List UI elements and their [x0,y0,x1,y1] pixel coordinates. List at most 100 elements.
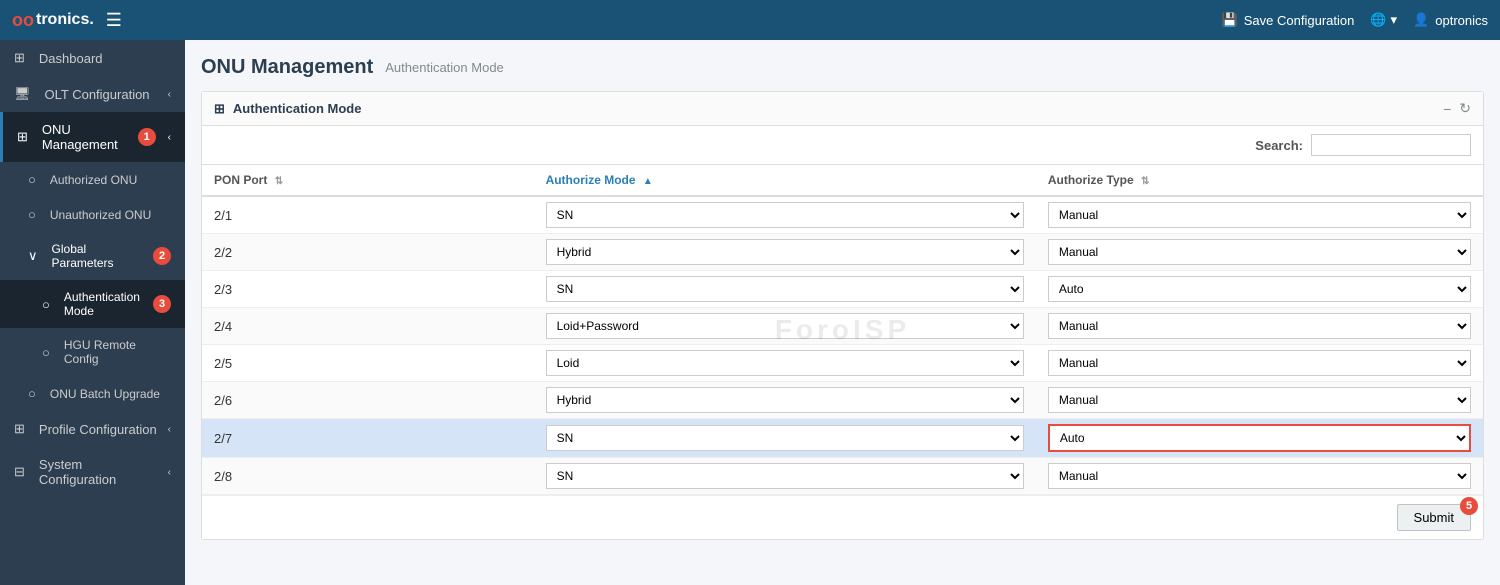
authorized-onu-icon: ○ [28,172,36,187]
sidebar-item-authorized-onu[interactable]: ○ Authorized ONU [0,162,185,197]
user-menu[interactable]: 👤 optronics [1413,12,1488,28]
authorize-type-select[interactable]: ManualAuto [1048,276,1471,302]
authorize-mode-select[interactable]: SNHybridLoidLoid+PasswordSN+Loid [546,350,1024,376]
card-title-label: Authentication Mode [233,101,362,116]
navbar-right: 💾 Save Configuration 🌐 ▾ 👤 optronics [1222,12,1488,28]
cell-authorize-mode: SNHybridLoidLoid+PasswordSN+Loid [534,382,1036,419]
col-authorize-type[interactable]: Authorize Type ⇅ [1036,165,1483,196]
auth-mode-badge: 3 [153,295,171,313]
content-area: ONU Management Authentication Mode ⊞ Aut… [185,40,1500,585]
authorize-type-select[interactable]: ManualAuto [1048,239,1471,265]
authorize-type-select[interactable]: ManualAuto [1048,350,1471,376]
onu-batch-icon: ○ [28,386,36,401]
authorize-mode-select[interactable]: SNHybridLoidLoid+PasswordSN+Loid [546,425,1024,451]
authorize-mode-select[interactable]: SNHybridLoidLoid+PasswordSN+Loid [546,387,1024,413]
cell-pon-port: 2/3 [202,271,534,308]
authorize-type-select[interactable]: ManualAuto [1048,202,1471,228]
profile-config-icon: ⊞ [14,421,25,437]
sidebar-item-onu-batch[interactable]: ○ ONU Batch Upgrade [0,376,185,411]
submit-badge: 5 [1460,497,1478,515]
submit-button[interactable]: Submit 5 [1397,504,1471,531]
authorize-mode-select[interactable]: SNHybridLoidLoid+PasswordSN+Loid [546,276,1024,302]
main-container: ⊞ Dashboard 🖥 OLT Configuration ‹ ⊞ ONU … [0,40,1500,585]
navbar: oo tronics. ☰ 💾 Save Configuration 🌐 ▾ 👤… [0,0,1500,40]
sidebar-label-onu-batch: ONU Batch Upgrade [50,387,160,401]
authorize-mode-select[interactable]: SNHybridLoidLoid+PasswordSN+Loid [546,202,1024,228]
sidebar-label-dashboard: Dashboard [39,51,103,66]
authorize-mode-select[interactable]: SNHybridLoidLoid+PasswordSN+Loid [546,463,1024,489]
cell-authorize-mode: SNHybridLoidLoid+PasswordSN+Loid [534,234,1036,271]
card-header: ⊞ Authentication Mode − ↻ [202,92,1483,126]
table-row: 2/7SNHybridLoidLoid+PasswordSN+LoidManua… [202,419,1483,458]
authorize-mode-select[interactable]: SNHybridLoidLoid+PasswordSN+Loid [546,239,1024,265]
hamburger-icon[interactable]: ☰ [106,10,122,31]
table-wrapper: ForoISP PON Port ⇅ Authorize Mode ▲ [202,165,1483,495]
col-pon-port[interactable]: PON Port ⇅ [202,165,534,196]
page-title: ONU Management [201,56,373,79]
cell-authorize-mode: SNHybridLoidLoid+PasswordSN+Loid [534,308,1036,345]
page-header: ONU Management Authentication Mode [201,56,1484,79]
globe-icon: 🌐 [1370,12,1386,28]
cell-authorize-mode: SNHybridLoidLoid+PasswordSN+Loid [534,458,1036,495]
sidebar-label-global-params: Global Parameters [52,242,141,270]
minimize-button[interactable]: − [1443,101,1451,117]
cell-authorize-type: ManualAuto [1036,458,1483,495]
sidebar-item-global-params[interactable]: ∨ Global Parameters 2 [0,232,185,280]
unauthorized-onu-icon: ○ [28,207,36,222]
sidebar-item-dashboard[interactable]: ⊞ Dashboard [0,40,185,76]
search-input[interactable] [1311,134,1471,156]
sidebar-item-auth-mode[interactable]: ○ Authentication Mode 3 [0,280,185,328]
save-icon: 💾 [1222,12,1238,28]
table-header-row: PON Port ⇅ Authorize Mode ▲ Authorize Ty… [202,165,1483,196]
language-selector[interactable]: 🌐 ▾ [1370,12,1397,28]
cell-authorize-type: ManualAuto [1036,345,1483,382]
sidebar-label-auth-mode: Authentication Mode [64,290,141,318]
cell-authorize-type: ManualAuto [1036,308,1483,345]
cell-pon-port: 2/2 [202,234,534,271]
table-grid-icon: ⊞ [214,101,225,117]
authorize-type-select[interactable]: ManualAuto [1048,387,1471,413]
onu-mgmt-chevron-icon: ‹ [168,132,171,143]
global-params-badge: 2 [153,247,171,265]
sidebar-item-olt-config[interactable]: 🖥 OLT Configuration ‹ [0,76,185,112]
cell-pon-port: 2/8 [202,458,534,495]
authorize-type-select[interactable]: ManualAuto [1048,313,1471,339]
sidebar-item-system-config[interactable]: ⊟ System Configuration ‹ [0,447,185,497]
sidebar-label-olt: OLT Configuration [45,87,150,102]
cell-pon-port: 2/4 [202,308,534,345]
table-row: 2/2 SNHybridLoidLoid+PasswordSN+Loid Manua… [202,234,1483,271]
cell-authorize-mode: SNHybridLoidLoid+PasswordSN+Loid [534,419,1036,458]
save-label: Save Configuration [1244,13,1355,28]
table-row: 2/1SNHybridLoidLoid+PasswordSN+LoidManua… [202,196,1483,234]
navbar-left: oo tronics. ☰ [12,10,122,31]
search-label: Search: [1255,138,1303,153]
cell-authorize-type: ManualAuto [1036,271,1483,308]
save-configuration-button[interactable]: 💾 Save Configuration [1222,12,1355,28]
sidebar-label-onu-mgmt: ONU Management [42,122,126,152]
col-authorize-mode[interactable]: Authorize Mode ▲ [534,165,1036,196]
table-row: 2/6SNHybridLoidLoid+PasswordSN+LoidManua… [202,382,1483,419]
sidebar-item-unauthorized-onu[interactable]: ○ Unauthorized ONU [0,197,185,232]
cell-authorize-mode: SNHybridLoidLoid+PasswordSN+Loid [534,271,1036,308]
sidebar-item-hgu-remote[interactable]: ○ HGU Remote Config [0,328,185,376]
cell-authorize-type: ManualAuto [1036,419,1483,458]
logo-icon: oo [12,10,34,31]
logo: oo tronics. [12,10,94,31]
table-row: 2/3 SNHybridLoidLoid+PasswordSN+Loid Manua… [202,271,1483,308]
sidebar-item-profile-config[interactable]: ⊞ Profile Configuration ‹ [0,411,185,447]
sidebar: ⊞ Dashboard 🖥 OLT Configuration ‹ ⊞ ONU … [0,40,185,585]
sidebar-item-onu-mgmt[interactable]: ⊞ ONU Management 1 ‹ [0,112,185,162]
olt-icon: 🖥 [14,86,31,102]
authorize-type-select[interactable]: ManualAuto [1048,463,1471,489]
table-body: 2/1SNHybridLoidLoid+PasswordSN+LoidManua… [202,196,1483,495]
page-subtitle: Authentication Mode [385,60,504,75]
sidebar-label-profile-config: Profile Configuration [39,422,157,437]
authorize-mode-select[interactable]: SNHybridLoidLoid+PasswordSN+Loid [546,313,1024,339]
authentication-mode-card: ⊞ Authentication Mode − ↻ Search: ForoIS… [201,91,1484,540]
card-title: ⊞ Authentication Mode [214,101,361,117]
lang-chevron: ▾ [1391,12,1398,28]
sidebar-label-authorized-onu: Authorized ONU [50,173,137,187]
authorize-type-select[interactable]: ManualAuto [1048,424,1471,452]
refresh-button[interactable]: ↻ [1459,100,1471,117]
col-authorize-mode-label: Authorize Mode [546,173,636,187]
